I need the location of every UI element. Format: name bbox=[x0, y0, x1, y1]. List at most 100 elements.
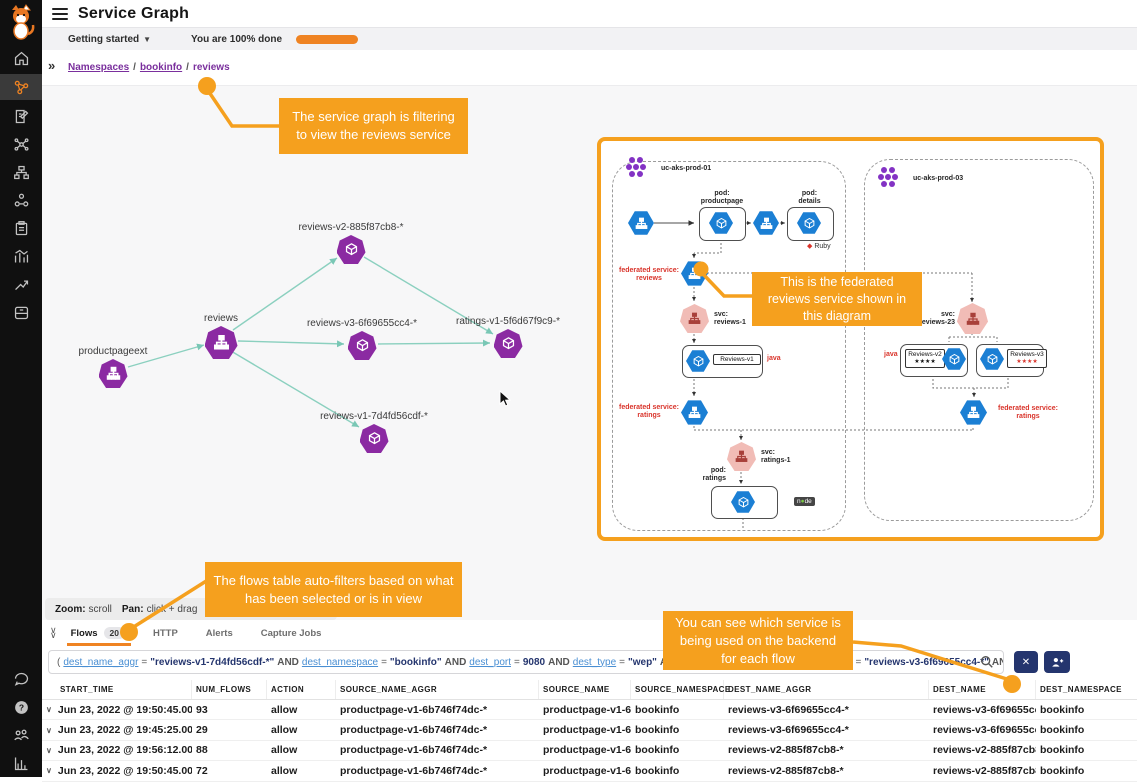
flows-table-body: ∨Jun 23, 2022 @ 19:50:45.000 93 allow pr… bbox=[42, 700, 1137, 782]
workload-icon bbox=[494, 329, 523, 358]
svc-ratings-1-label: svc: ratings-1 bbox=[761, 449, 791, 465]
node-logo: n●de bbox=[794, 497, 815, 506]
col-start-time[interactable]: START_TIME bbox=[42, 680, 192, 699]
java-logo: java bbox=[884, 351, 898, 358]
svc-reviews-23-label: svc: reviews-23 bbox=[919, 311, 955, 327]
col-dest-name[interactable]: DEST_NAME bbox=[929, 680, 1036, 699]
reviews-v3-badge: Reviews-v3★★★★ bbox=[1007, 349, 1047, 368]
graph-node-reviews[interactable]: reviews bbox=[161, 313, 281, 359]
col-num-flows[interactable]: NUM_FLOWS bbox=[192, 680, 267, 699]
policy-recommendation-button[interactable] bbox=[1044, 651, 1070, 673]
tab-http[interactable]: HTTP bbox=[153, 620, 178, 646]
chevron-down-icon: ▼ bbox=[143, 35, 151, 44]
home-icon[interactable] bbox=[0, 46, 42, 70]
hamburger-menu-icon[interactable] bbox=[52, 5, 68, 23]
collapse-panel-icon[interactable]: ∨∨ bbox=[50, 628, 57, 638]
federated-service-ratings-label: federated service: ratings bbox=[993, 405, 1063, 421]
mouse-cursor bbox=[498, 390, 514, 408]
breadcrumb-bar: » Namespaces/bookinfo/reviews bbox=[42, 50, 1137, 86]
graph-node-reviews-v1[interactable]: reviews-v1-7d4fd56cdf-* bbox=[314, 411, 434, 453]
col-dest-namespace[interactable]: DEST_NAMESPACE bbox=[1036, 680, 1137, 699]
graph-node-reviews-v3[interactable]: reviews-v3-6f69655cc4-* bbox=[302, 318, 422, 360]
app-header: Service Graph bbox=[42, 0, 1137, 27]
java-logo: java bbox=[767, 355, 781, 362]
ruby-logo: ◆ Ruby bbox=[807, 243, 831, 251]
graph-node-ratings-v1[interactable]: ratings-v1-5f6d67f9c9-* bbox=[448, 316, 568, 358]
flows-table: START_TIME NUM_FLOWS ACTION SOURCE_NAME_… bbox=[42, 680, 1137, 777]
tab-flows[interactable]: Flows20 bbox=[71, 620, 125, 646]
table-row[interactable]: ∨Jun 23, 2022 @ 19:50:45.000 72 allow pr… bbox=[42, 761, 1137, 781]
getting-started-dropdown[interactable]: Getting started▼ bbox=[68, 34, 151, 45]
callout-backend: You can see which service is being used … bbox=[663, 611, 853, 670]
federated-architecture-diagram: uc-aks-prod-01 pod: productpage pod: det… bbox=[597, 137, 1104, 541]
network-nodes-icon[interactable] bbox=[0, 132, 42, 156]
federated-service-reviews-label: federated service: reviews bbox=[615, 267, 683, 283]
trend-arrow-icon[interactable] bbox=[0, 272, 42, 296]
col-action[interactable]: ACTION bbox=[267, 680, 336, 699]
cluster-icon bbox=[625, 155, 655, 177]
svg-text:?: ? bbox=[18, 702, 23, 712]
col-source-name-aggr[interactable]: SOURCE_NAME_AGGR bbox=[336, 680, 539, 699]
workload-icon bbox=[360, 424, 389, 453]
progress-text: You are 100% done bbox=[191, 34, 282, 45]
service-icon bbox=[205, 326, 238, 359]
flow-filter-query-input[interactable]: (dest_name_aggr="reviews-v1-7d4fd56cdf-*… bbox=[48, 650, 1004, 674]
svc-reviews-1-label: svc: reviews-1 bbox=[714, 311, 746, 327]
col-source-name[interactable]: SOURCE_NAME bbox=[539, 680, 631, 699]
tab-capture-jobs[interactable]: Capture Jobs bbox=[261, 620, 322, 646]
federated-service-ratings-label: federated service: ratings bbox=[615, 404, 683, 420]
users-icon[interactable] bbox=[0, 723, 42, 747]
table-row[interactable]: ∨Jun 23, 2022 @ 19:45:25.000 29 allow pr… bbox=[42, 720, 1137, 740]
getting-started-bar: Getting started▼ You are 100% done bbox=[42, 27, 1137, 52]
graph-node-reviews-v2[interactable]: reviews-v2-885f87cb8-* bbox=[291, 222, 411, 264]
reviews-v2-badge: Reviews-v2★★★★ bbox=[905, 349, 945, 368]
flows-count-badge: 20 bbox=[104, 627, 125, 639]
pod-productpage-label: pod: productpage bbox=[697, 190, 747, 206]
chat-icon[interactable] bbox=[0, 667, 42, 691]
help-icon[interactable]: ? bbox=[0, 695, 42, 719]
tab-alerts[interactable]: Alerts bbox=[206, 620, 233, 646]
breadcrumb-namespaces[interactable]: Namespaces bbox=[68, 62, 129, 73]
cluster-icon bbox=[877, 165, 907, 187]
row-expand-chevron[interactable]: ∨ bbox=[46, 705, 52, 714]
sidebar: ? bbox=[0, 0, 42, 777]
graph-node-productpageext[interactable]: productpageext bbox=[53, 346, 173, 388]
clear-filter-button[interactable]: ✕ bbox=[1014, 651, 1038, 673]
cluster-name: uc-aks-prod-03 bbox=[913, 175, 963, 183]
flows-table-header: START_TIME NUM_FLOWS ACTION SOURCE_NAME_… bbox=[42, 680, 1137, 700]
table-row[interactable]: ∨Jun 23, 2022 @ 19:50:45.000 93 allow pr… bbox=[42, 700, 1137, 720]
workload-icon bbox=[337, 235, 366, 264]
archive-box-icon[interactable] bbox=[0, 300, 42, 324]
row-expand-chevron[interactable]: ∨ bbox=[46, 766, 52, 775]
service-icon bbox=[99, 359, 128, 388]
cluster-box-uc-aks-prod-03 bbox=[864, 159, 1094, 521]
callout-federated: This is the federated reviews service sh… bbox=[752, 272, 922, 326]
bottom-panel-tabs: ∨∨ Flows20 HTTP Alerts Capture Jobs bbox=[42, 620, 1137, 647]
cluster-name: uc-aks-prod-01 bbox=[661, 165, 711, 173]
row-expand-chevron[interactable]: ∨ bbox=[46, 746, 52, 755]
breadcrumb-bookinfo[interactable]: bookinfo bbox=[140, 62, 182, 73]
search-icon bbox=[980, 655, 994, 669]
row-expand-chevron[interactable]: ∨ bbox=[46, 726, 52, 735]
cluster-icon[interactable] bbox=[0, 188, 42, 212]
breadcrumb: Namespaces/bookinfo/reviews bbox=[68, 62, 230, 73]
callout-filtering: The service graph is filtering to view t… bbox=[279, 98, 468, 154]
pod-details-label: pod: details bbox=[787, 190, 832, 206]
table-row[interactable]: ∨Jun 23, 2022 @ 19:56:12.000 88 allow pr… bbox=[42, 741, 1137, 761]
col-source-namespace[interactable]: SOURCE_NAMESPACE bbox=[631, 680, 724, 699]
policy-edit-icon[interactable] bbox=[0, 104, 42, 128]
metrics-icon[interactable] bbox=[0, 751, 42, 775]
page-title: Service Graph bbox=[78, 5, 189, 23]
reviews-v1-badge: Reviews-v1 bbox=[713, 354, 761, 365]
expand-panel-icon[interactable]: » bbox=[48, 58, 55, 73]
breadcrumb-reviews: reviews bbox=[193, 62, 230, 73]
calico-cat-logo bbox=[0, 0, 42, 44]
sitemap-icon[interactable] bbox=[0, 160, 42, 184]
progress-bar bbox=[296, 35, 358, 44]
dashboard-chart-icon[interactable] bbox=[0, 244, 42, 268]
col-dest-name-aggr[interactable]: DEST_NAME_AGGR bbox=[724, 680, 929, 699]
clipboard-icon[interactable] bbox=[0, 216, 42, 240]
callout-flows-table: The flows table auto-filters based on wh… bbox=[205, 562, 462, 617]
sidebar-item-service-graph[interactable] bbox=[0, 74, 42, 100]
query-bar: (dest_name_aggr="reviews-v1-7d4fd56cdf-*… bbox=[42, 646, 1137, 680]
